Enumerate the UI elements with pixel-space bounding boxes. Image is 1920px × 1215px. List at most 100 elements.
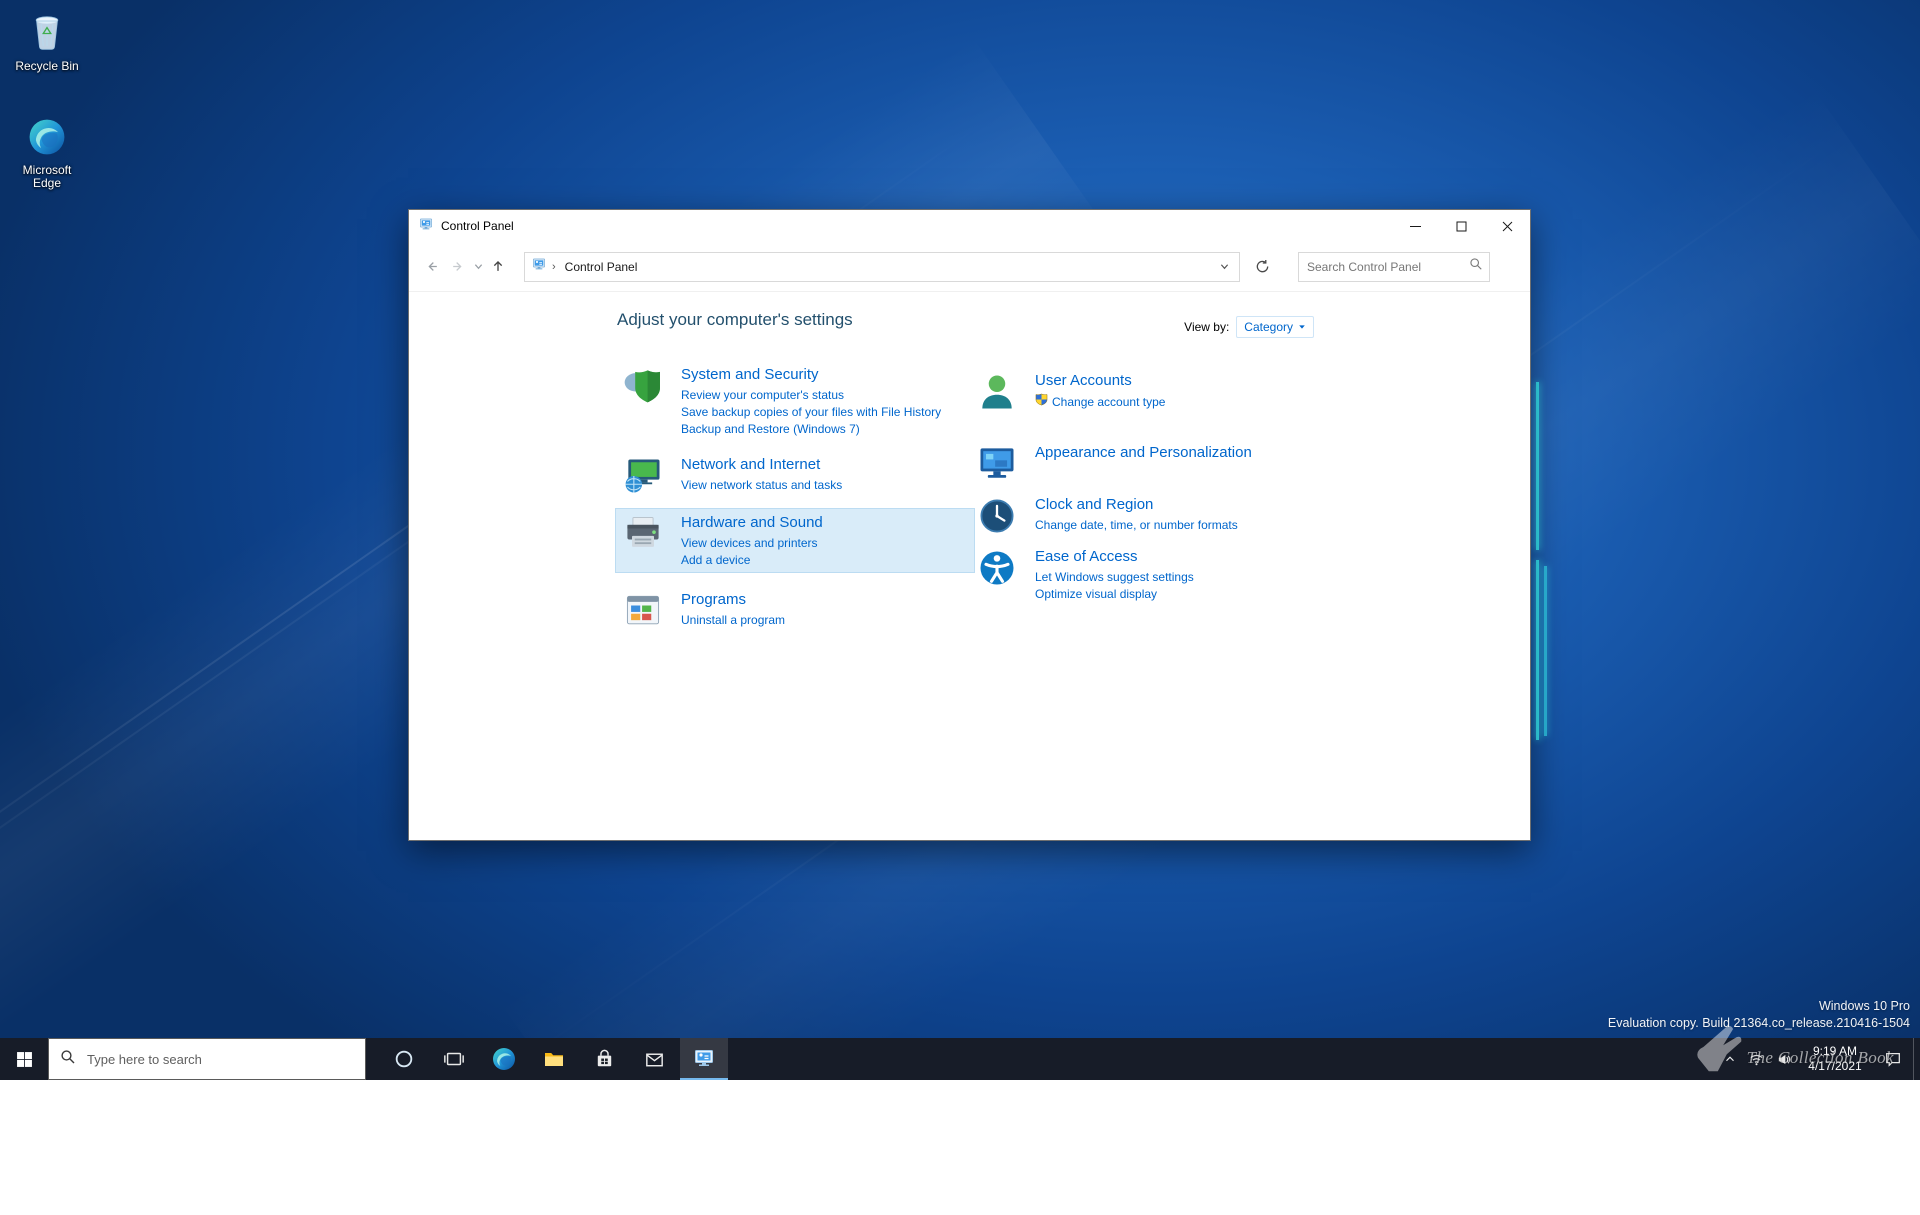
task-link[interactable]: Change date, time, or number formats bbox=[1035, 517, 1238, 534]
category-title[interactable]: Appearance and Personalization bbox=[1035, 443, 1252, 463]
edge-icon bbox=[28, 118, 66, 161]
search-input[interactable] bbox=[1305, 259, 1469, 275]
category-title[interactable]: Clock and Region bbox=[1035, 495, 1238, 515]
window-title: Control Panel bbox=[441, 219, 514, 233]
taskbar-mail-button[interactable] bbox=[630, 1038, 678, 1080]
control-panel-icon bbox=[692, 1046, 716, 1070]
titlebar[interactable]: Control Panel bbox=[409, 210, 1530, 242]
uac-shield-icon bbox=[1035, 393, 1048, 411]
page-title: Adjust your computer's settings bbox=[617, 310, 853, 330]
taskbar-store-button[interactable] bbox=[580, 1038, 628, 1080]
task-link[interactable]: View devices and printers bbox=[681, 535, 823, 552]
recycle-bin-icon bbox=[27, 10, 67, 57]
back-button[interactable] bbox=[419, 254, 445, 280]
tray-network-button[interactable] bbox=[1743, 1038, 1770, 1080]
tray-volume-button[interactable] bbox=[1770, 1038, 1797, 1080]
taskbar-file-explorer-button[interactable] bbox=[530, 1038, 578, 1080]
task-link[interactable]: Change account type bbox=[1035, 393, 1165, 411]
search-icon[interactable] bbox=[1469, 257, 1483, 276]
desktop-icon-microsoft-edge[interactable]: Microsoft Edge bbox=[8, 118, 86, 190]
watermark-build: Evaluation copy. Build 21364.co_release.… bbox=[1608, 1015, 1910, 1032]
clock-region-icon[interactable] bbox=[975, 494, 1019, 538]
edge-icon bbox=[492, 1047, 516, 1071]
network-icon bbox=[1749, 1052, 1764, 1067]
system-security-icon[interactable] bbox=[621, 364, 665, 408]
category-column-left: System and Security Review your computer… bbox=[615, 360, 975, 637]
forward-button[interactable] bbox=[445, 254, 471, 280]
taskbar-search-input[interactable] bbox=[85, 1051, 354, 1068]
taskbar-search[interactable] bbox=[48, 1038, 366, 1080]
desktop-icon-recycle-bin[interactable]: Recycle Bin bbox=[8, 10, 86, 73]
refresh-button[interactable] bbox=[1248, 253, 1276, 281]
evaluation-watermark: Windows 10 Pro Evaluation copy. Build 21… bbox=[1608, 998, 1910, 1032]
taskbar-clock[interactable]: 9:19 AM 4/17/2021 bbox=[1797, 1038, 1873, 1080]
cortana-button[interactable] bbox=[380, 1038, 428, 1080]
category-title[interactable]: Ease of Access bbox=[1035, 547, 1194, 567]
category-programs[interactable]: Programs Uninstall a program bbox=[615, 585, 975, 637]
taskbar-edge-button[interactable] bbox=[480, 1038, 528, 1080]
start-button[interactable] bbox=[0, 1038, 48, 1080]
task-link[interactable]: View network status and tasks bbox=[681, 477, 842, 494]
minimize-button[interactable] bbox=[1392, 210, 1438, 242]
task-link[interactable]: Backup and Restore (Windows 7) bbox=[681, 421, 941, 438]
navigation-bar: › Control Panel bbox=[409, 242, 1530, 292]
system-tray: 9:19 AM 4/17/2021 bbox=[1716, 1038, 1920, 1080]
screen-artifact-line bbox=[1536, 560, 1539, 740]
category-hardware-and-sound[interactable]: Hardware and Sound View devices and prin… bbox=[615, 508, 975, 573]
category-network-and-internet[interactable]: Network and Internet View network status… bbox=[615, 450, 975, 502]
action-center-icon bbox=[1884, 1050, 1902, 1068]
task-link[interactable]: Optimize visual display bbox=[1035, 586, 1194, 603]
address-dropdown-button[interactable] bbox=[1213, 253, 1235, 281]
maximize-button[interactable] bbox=[1438, 210, 1484, 242]
category-title[interactable]: System and Security bbox=[681, 365, 941, 385]
category-title[interactable]: User Accounts bbox=[1035, 371, 1165, 391]
programs-icon[interactable] bbox=[621, 589, 665, 633]
cortana-icon bbox=[393, 1048, 415, 1070]
taskbar: 9:19 AM 4/17/2021 bbox=[0, 1038, 1920, 1080]
clock-date: 4/17/2021 bbox=[1808, 1059, 1861, 1074]
ease-of-access-icon[interactable] bbox=[975, 546, 1019, 590]
show-desktop-button[interactable] bbox=[1913, 1038, 1920, 1080]
category-appearance-and-personalization[interactable]: Appearance and Personalization bbox=[969, 438, 1409, 490]
chevron-up-icon bbox=[1723, 1052, 1737, 1066]
category-system-and-security[interactable]: System and Security Review your computer… bbox=[615, 360, 975, 442]
appearance-personalization-icon[interactable] bbox=[975, 442, 1019, 486]
desktop-icon-label: Recycle Bin bbox=[15, 60, 78, 73]
category-title[interactable]: Programs bbox=[681, 590, 785, 610]
chevron-down-icon bbox=[1298, 323, 1306, 331]
taskbar-control-panel-button[interactable] bbox=[680, 1038, 728, 1080]
task-view-icon bbox=[443, 1048, 465, 1070]
view-by-dropdown[interactable]: Category bbox=[1236, 316, 1314, 338]
task-link[interactable]: Uninstall a program bbox=[681, 612, 785, 629]
recent-locations-dropdown[interactable] bbox=[471, 254, 485, 280]
screen-artifact-line bbox=[1544, 566, 1547, 736]
close-button[interactable] bbox=[1484, 210, 1530, 242]
tray-show-hidden-icons-button[interactable] bbox=[1716, 1038, 1743, 1080]
hardware-sound-icon[interactable] bbox=[621, 512, 665, 556]
task-link[interactable]: Let Windows suggest settings bbox=[1035, 569, 1194, 586]
view-by-label: View by: bbox=[1184, 320, 1229, 334]
search-icon bbox=[60, 1049, 76, 1070]
up-button[interactable] bbox=[485, 254, 511, 280]
user-accounts-icon[interactable] bbox=[975, 370, 1019, 414]
breadcrumb-chevron[interactable]: › bbox=[552, 261, 556, 273]
file-explorer-icon bbox=[542, 1047, 566, 1071]
breadcrumb-icon bbox=[531, 256, 547, 277]
task-view-button[interactable] bbox=[430, 1038, 478, 1080]
volume-icon bbox=[1776, 1052, 1791, 1067]
category-user-accounts[interactable]: User Accounts Change account typ bbox=[969, 366, 1409, 418]
category-ease-of-access[interactable]: Ease of Access Let Windows suggest setti… bbox=[969, 542, 1409, 607]
control-panel-search[interactable] bbox=[1298, 252, 1490, 282]
action-center-button[interactable] bbox=[1873, 1038, 1913, 1080]
category-title[interactable]: Hardware and Sound bbox=[681, 513, 823, 533]
breadcrumb[interactable]: Control Panel bbox=[561, 258, 642, 276]
address-bar[interactable]: › Control Panel bbox=[524, 252, 1240, 282]
network-internet-icon[interactable] bbox=[621, 454, 665, 498]
watermark-edition: Windows 10 Pro bbox=[1608, 998, 1910, 1015]
category-clock-and-region[interactable]: Clock and Region Change date, time, or n… bbox=[969, 490, 1409, 542]
category-title[interactable]: Network and Internet bbox=[681, 455, 842, 475]
task-link[interactable]: Add a device bbox=[681, 552, 823, 569]
microsoft-store-icon bbox=[593, 1048, 616, 1071]
task-link[interactable]: Review your computer's status bbox=[681, 387, 941, 404]
task-link[interactable]: Save backup copies of your files with Fi… bbox=[681, 404, 941, 421]
